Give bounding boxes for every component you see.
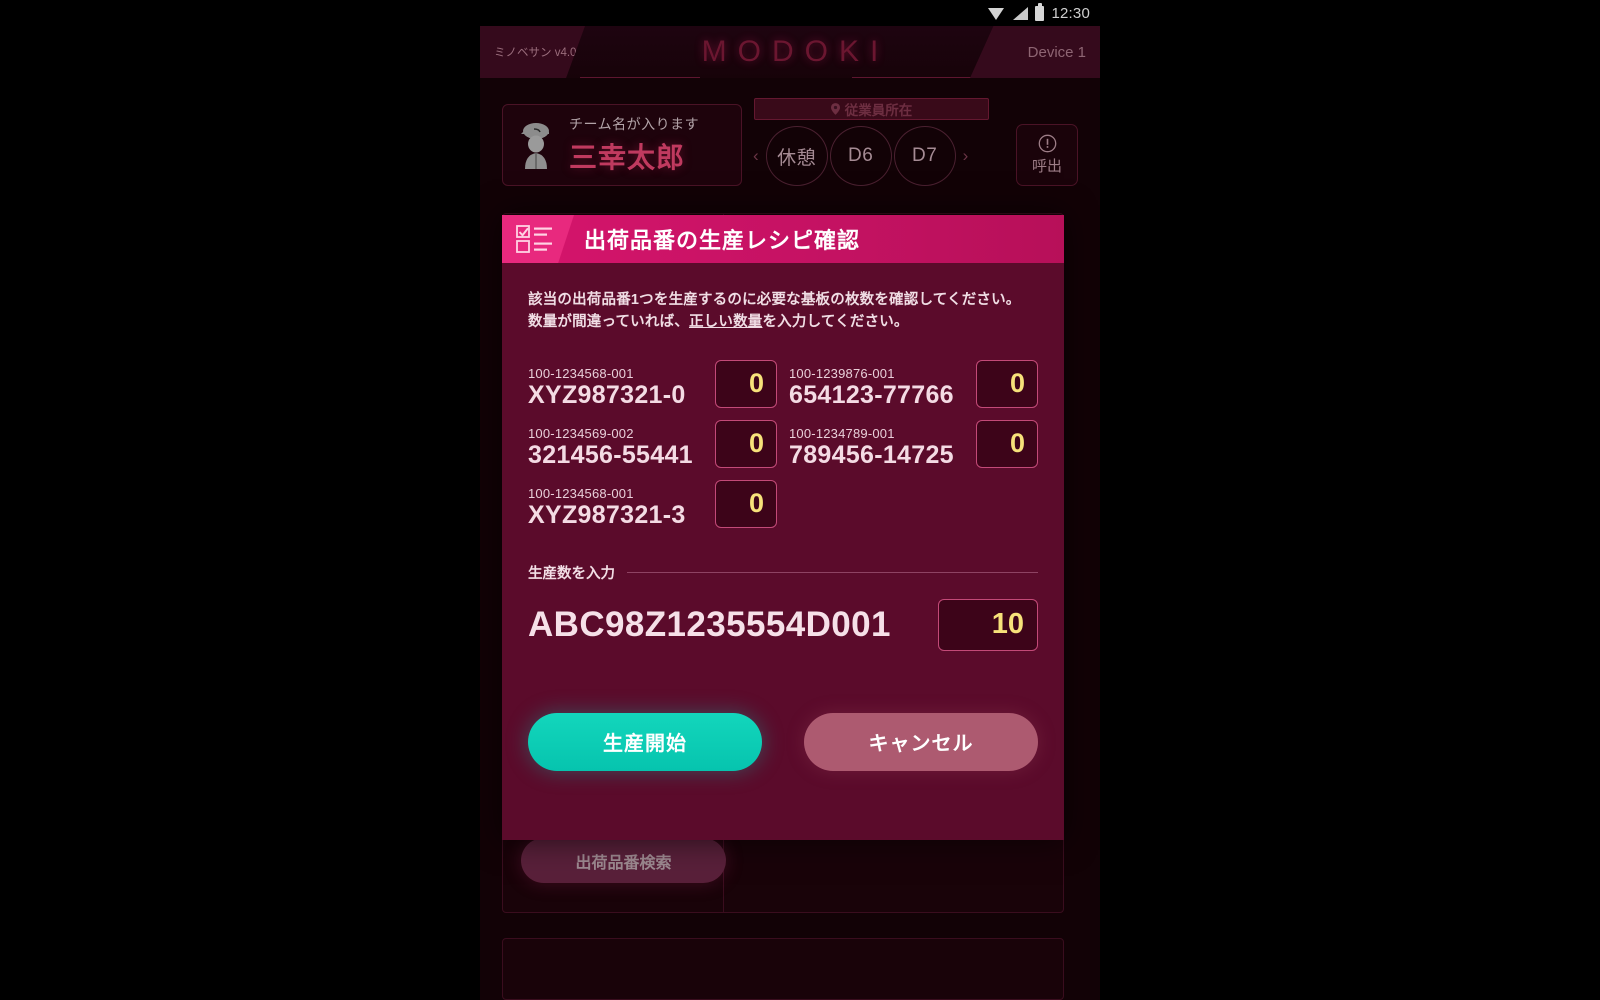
dialog-body: 該当の出荷品番1つを生産するのに必要な基板の枚数を確認してください。 数量が間違… [502,263,1064,771]
alert-circle-icon [1038,134,1056,153]
background-secondary-panel [502,938,1064,1000]
description-line-2: 数量が間違っていれば、正しい数量を入力してください。 [528,311,1038,333]
production-quantity-input[interactable]: 10 [938,598,1038,651]
part-name: 321456-55441 [528,440,693,469]
part-row: 100-1239876-001 654123-77766 0 [789,359,1038,408]
station-tab-break[interactable]: 休憩 [765,126,828,186]
part-row: 100-1234568-001 XYZ987321-3 0 [528,479,777,528]
device-viewport: 12:30 ミノベサン v4.0.0 MODOKI Device 1 チーム名が… [480,0,1100,1000]
part-text-block: 100-1234568-001 XYZ987321-3 [528,486,686,528]
worker-text-block: チーム名が入ります 三幸太郎 [569,114,699,176]
status-clock: 12:30 [1051,4,1090,22]
recipe-confirm-dialog: 出荷品番の生産レシピ確認 該当の出荷品番1つを生産するのに必要な基板の枚数を確認… [502,215,1064,840]
worker-card[interactable]: チーム名が入ります 三幸太郎 [502,104,742,186]
next-chevron-icon[interactable]: › [958,146,974,166]
part-name: 789456-14725 [789,440,954,469]
station-tabs: ‹ 休憩 D6 D7 › [748,126,973,186]
production-section-header: 生産数を入力 [528,562,1038,583]
part-quantity-input[interactable]: 0 [976,359,1038,408]
part-quantity-input[interactable]: 0 [715,419,777,468]
station-tab-d6[interactable]: D6 [829,126,892,186]
part-code: 100-1234568-001 [528,485,634,501]
part-text-block: 100-1234568-001 XYZ987321-0 [528,366,686,408]
start-production-button[interactable]: 生産開始 [528,712,762,771]
production-section-label: 生産数を入力 [528,565,615,582]
screen-root: 12:30 ミノベサン v4.0.0 MODOKI Device 1 チーム名が… [0,0,1600,1000]
part-quantity-input[interactable]: 0 [715,359,777,408]
parts-grid: 100-1234568-001 XYZ987321-0 0 100-123987… [528,359,1038,528]
android-status-bar: 12:30 [480,0,1100,26]
part-name: XYZ987321-0 [528,380,686,409]
battery-icon [1035,2,1045,21]
part-code: 100-1234789-001 [789,425,895,441]
location-badge-label: 従業員所在 [844,103,913,118]
dialog-description: 該当の出荷品番1つを生産するのに必要な基板の枚数を確認してください。 数量が間違… [528,289,1038,334]
part-code: 100-1234569-002 [528,425,634,441]
device-label: Device 1 [1027,43,1086,61]
call-button-label: 呼出 [1031,158,1062,175]
dialog-icon-badge [502,215,574,263]
production-part-code: ABC98Z1235554D001 [528,604,891,644]
part-text-block: 100-1239876-001 654123-77766 [789,366,954,408]
app-header: ミノベサン v4.0.0 MODOKI Device 1 [480,26,1100,78]
part-text-block: 100-1234569-002 321456-55441 [528,426,693,468]
signal-icon [1012,6,1029,20]
part-row: 100-1234569-002 321456-55441 0 [528,419,777,468]
part-code: 100-1234568-001 [528,365,634,381]
part-row: 100-1234568-001 XYZ987321-0 0 [528,359,777,408]
description-line-1: 該当の出荷品番1つを生産するのに必要な基板の枚数を確認してください。 [528,292,1021,308]
part-quantity-input[interactable]: 0 [976,419,1038,468]
call-button[interactable]: 呼出 [1016,124,1078,186]
part-code: 100-1239876-001 [789,365,895,381]
worker-name: 三幸太郎 [569,142,686,173]
description-line-2-pre: 数量が間違っていれば、 [528,314,689,331]
station-tab-d7[interactable]: D7 [893,126,956,186]
part-text-block: 100-1234789-001 789456-14725 [789,426,954,468]
production-row: ABC98Z1235554D001 10 [528,598,1038,651]
dialog-actions: 生産開始 キャンセル [528,712,1038,771]
section-divider [627,571,1038,573]
checklist-icon [516,225,552,253]
part-name: 654123-77766 [789,380,954,409]
map-pin-icon [830,103,840,115]
part-quantity-input[interactable]: 0 [715,479,777,528]
location-badge: 従業員所在 [754,98,989,120]
dialog-header: 出荷品番の生産レシピ確認 [502,215,1064,263]
description-line-2-underlined: 正しい数量 [688,314,763,331]
description-line-2-post: を入力してください。 [762,314,909,331]
dialog-title: 出荷品番の生産レシピ確認 [584,228,861,253]
header-rule-right [852,77,972,78]
shipping-part-search-button[interactable]: 出荷品番検索 [521,838,726,883]
wifi-icon [988,7,1005,20]
team-name-label: チーム名が入ります [569,116,700,132]
worker-avatar-icon [515,121,557,169]
cancel-button[interactable]: キャンセル [804,712,1038,771]
part-row: 100-1234789-001 789456-14725 0 [789,419,1038,468]
prev-chevron-icon[interactable]: ‹ [748,146,764,166]
part-name: XYZ987321-3 [528,500,686,529]
user-bar: チーム名が入ります 三幸太郎 従業員所在 ‹ 休憩 D6 D7 › 呼出 [480,82,1100,207]
